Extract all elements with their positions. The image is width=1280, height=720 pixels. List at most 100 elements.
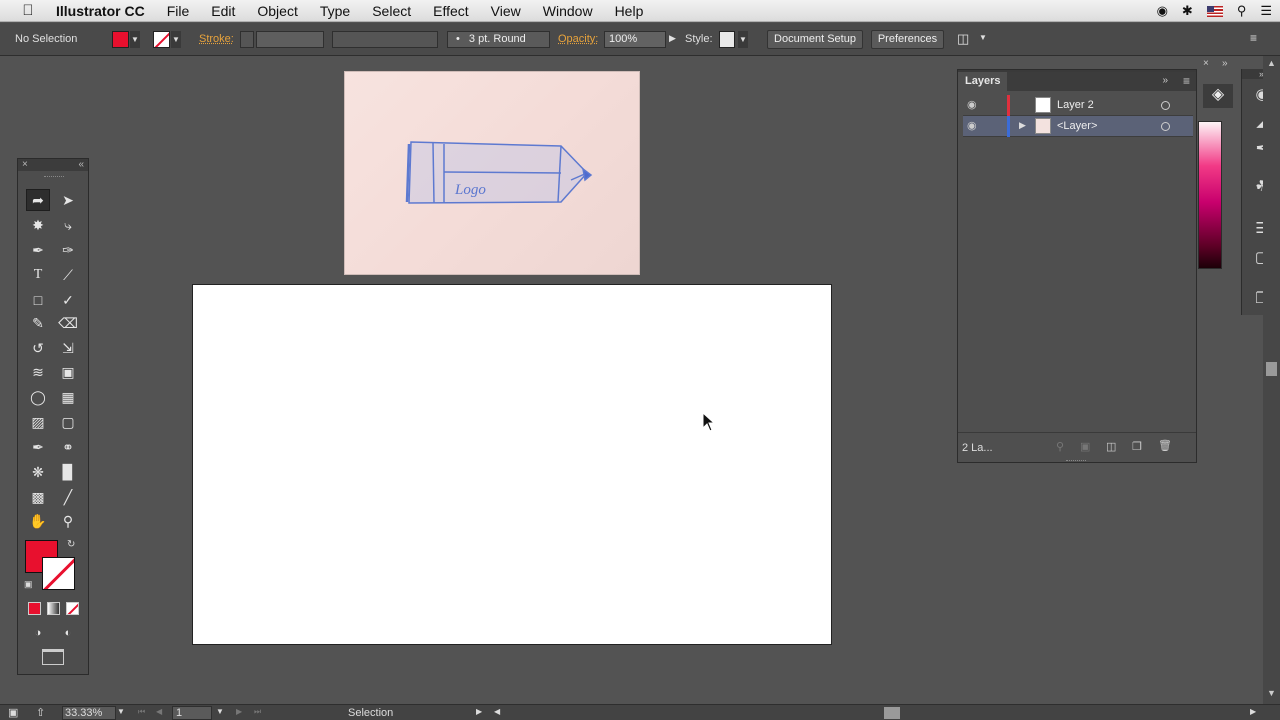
blend-tool-icon[interactable]: ⚭: [56, 436, 80, 458]
screen-mode-icon[interactable]: [42, 649, 64, 665]
gradient-mode-icon[interactable]: [47, 602, 60, 615]
current-tool-status[interactable]: Selection: [348, 707, 393, 719]
scroll-left-icon[interactable]: ◀: [494, 707, 500, 716]
rectangle-tool-icon[interactable]: □: [26, 289, 50, 311]
magic-wand-tool-icon[interactable]: ✸: [26, 214, 50, 236]
warp-tool-icon[interactable]: ≋: [26, 361, 50, 383]
scroll-right-icon[interactable]: ▶: [1250, 707, 1256, 716]
layer-row-layer[interactable]: ◉ ▶ <Layer>: [963, 116, 1193, 137]
eyedropper-tool-icon[interactable]: ✒: [26, 436, 50, 458]
variable-width-profile[interactable]: [332, 31, 438, 48]
artboard-dropdown-icon[interactable]: ▼: [216, 707, 224, 716]
flag-icon[interactable]: [1206, 5, 1223, 17]
panel-expand-icon[interactable]: »: [1222, 58, 1228, 69]
opacity-label[interactable]: Opacity:: [558, 33, 598, 45]
column-graph-tool-icon[interactable]: ▉: [56, 461, 80, 483]
menu-file[interactable]: File: [156, 0, 201, 22]
fill-swatch[interactable]: [112, 31, 129, 48]
artboard-number-field[interactable]: 1: [172, 706, 212, 720]
panel-menu-icon[interactable]: ≡: [1250, 31, 1257, 45]
mesh-tool-icon[interactable]: ▨: [26, 411, 50, 433]
resize-grip[interactable]: [1066, 460, 1086, 461]
collapse-icon[interactable]: «: [78, 159, 84, 170]
vertical-scrollbar[interactable]: ▲ ▼: [1263, 56, 1280, 704]
draw-behind-icon[interactable]: ◐: [56, 622, 80, 644]
close-icon[interactable]: ×: [22, 159, 28, 170]
layer-name[interactable]: Layer 2: [1057, 99, 1094, 111]
layer-row-layer2[interactable]: ◉ Layer 2: [963, 95, 1193, 116]
shape-builder-tool-icon[interactable]: ◯: [26, 386, 50, 408]
target-circle-icon[interactable]: [1161, 122, 1170, 131]
artboard-tool-icon[interactable]: ▩: [26, 486, 50, 508]
next-artboard-icon[interactable]: ▶: [236, 707, 242, 716]
creative-cloud-icon[interactable]: ◉: [1157, 3, 1168, 19]
trash-icon[interactable]: 🗑: [1158, 439, 1172, 452]
search-icon[interactable]: ⚲: [1237, 3, 1247, 19]
visibility-eye-icon[interactable]: ◉: [967, 98, 977, 111]
gradient-tool-icon[interactable]: ▢: [56, 411, 80, 433]
arrange-documents-icon[interactable]: ◫: [957, 31, 969, 47]
layers-tab[interactable]: Layers: [958, 72, 1008, 91]
scroll-up-icon[interactable]: ▲: [1267, 58, 1276, 68]
layers-stack-icon[interactable]: ◈: [1203, 84, 1233, 108]
menu-type[interactable]: Type: [309, 0, 361, 22]
app-menu[interactable]: Illustrator CC: [56, 0, 156, 22]
eraser-tool-icon[interactable]: ⌫: [56, 312, 80, 334]
bluetooth-icon[interactable]: ✱: [1182, 3, 1193, 19]
stroke-swatch[interactable]: [153, 31, 170, 48]
zoom-field[interactable]: 33.33%: [62, 706, 116, 720]
target-circle-icon[interactable]: [1161, 101, 1170, 110]
type-tool-icon[interactable]: T: [26, 264, 50, 286]
stroke-weight-stepper[interactable]: [240, 31, 254, 48]
perspective-grid-tool-icon[interactable]: ▦: [56, 386, 80, 408]
menu-edit[interactable]: Edit: [200, 0, 246, 22]
hand-tool-icon[interactable]: ✋: [26, 510, 50, 532]
tools-panel-header[interactable]: × «: [18, 159, 88, 171]
visibility-eye-icon[interactable]: ◉: [967, 119, 977, 132]
swap-colors-icon[interactable]: ↻: [67, 539, 75, 550]
pencil-tool-icon[interactable]: ✎: [26, 312, 50, 334]
new-layer-icon[interactable]: ❐: [1132, 440, 1142, 453]
menu-object[interactable]: Object: [246, 0, 308, 22]
stroke-label[interactable]: Stroke:: [199, 33, 234, 45]
menu-help[interactable]: Help: [604, 0, 655, 22]
layers-menu-icon[interactable]: ≡: [1183, 74, 1190, 88]
menu-view[interactable]: View: [480, 0, 532, 22]
scale-tool-icon[interactable]: ⇲: [56, 337, 80, 359]
prev-artboard-icon[interactable]: ◀: [156, 707, 162, 716]
horizontal-scroll-thumb[interactable]: [884, 707, 900, 719]
symbol-sprayer-tool-icon[interactable]: ❋: [26, 461, 50, 483]
line-tool-icon[interactable]: ⟋: [56, 264, 80, 286]
fit-artboard-icon[interactable]: ▣: [8, 706, 18, 719]
artboard[interactable]: [192, 284, 832, 645]
menu-window[interactable]: Window: [532, 0, 604, 22]
opacity-arrow-icon[interactable]: ▶: [669, 33, 676, 44]
slice-tool-icon[interactable]: ╱: [56, 486, 80, 508]
expand-triangle-icon[interactable]: ▶: [1019, 120, 1026, 131]
pen-tool-icon[interactable]: ✒: [26, 239, 50, 261]
lasso-tool-icon[interactable]: ⤷: [56, 214, 80, 236]
status-menu-arrow-icon[interactable]: ▶: [476, 707, 482, 716]
stroke-weight-field[interactable]: [256, 31, 324, 48]
color-mode-icon[interactable]: [28, 602, 41, 615]
stroke-color-box[interactable]: [42, 557, 75, 590]
menu-select[interactable]: Select: [361, 0, 422, 22]
make-clipping-mask-icon[interactable]: ▣: [1080, 440, 1090, 453]
apple-icon[interactable]: : [0, 2, 56, 19]
layer-name[interactable]: <Layer>: [1057, 120, 1097, 132]
opacity-field[interactable]: 100%: [604, 31, 666, 48]
list-icon[interactable]: ☰: [1260, 3, 1272, 19]
preferences-button[interactable]: Preferences: [871, 30, 944, 49]
brush-definition[interactable]: • 3 pt. Round: [447, 31, 550, 48]
export-icon[interactable]: ⇧: [36, 706, 45, 719]
rotate-tool-icon[interactable]: ↺: [26, 337, 50, 359]
stroke-dropdown[interactable]: ▼: [171, 31, 181, 48]
paintbrush-tool-icon[interactable]: ✓: [56, 289, 80, 311]
menu-effect[interactable]: Effect: [422, 0, 480, 22]
selection-tool-icon[interactable]: ➦: [26, 189, 50, 211]
curvature-tool-icon[interactable]: ✑: [56, 239, 80, 261]
locate-object-icon[interactable]: ⚲: [1056, 440, 1064, 453]
fill-dropdown[interactable]: ▼: [130, 31, 140, 48]
arrange-dropdown-icon[interactable]: ▼: [979, 33, 987, 42]
new-sublayer-icon[interactable]: ◫: [1106, 440, 1116, 453]
